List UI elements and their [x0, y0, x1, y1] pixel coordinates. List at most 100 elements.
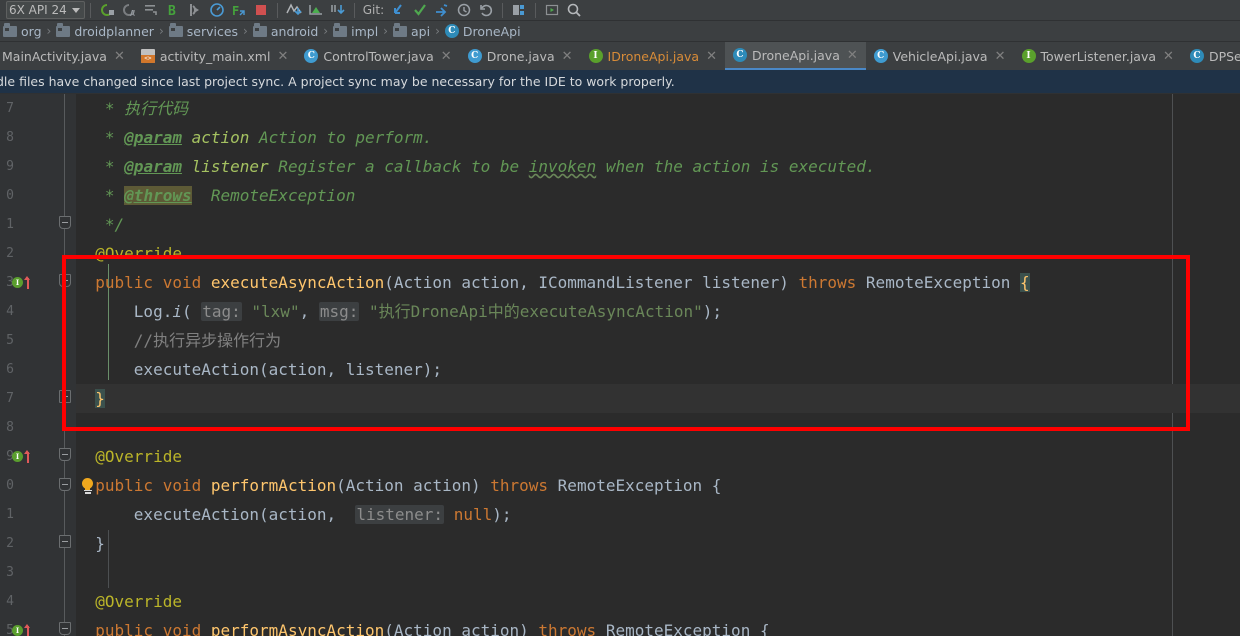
- profiler-button[interactable]: [206, 0, 228, 20]
- tab-label: VehicleApi.java: [892, 48, 988, 64]
- breadcrumb-label: impl: [351, 23, 379, 39]
- debug-button[interactable]: A: [118, 0, 140, 20]
- code-line[interactable]: * @param action Action to perform.: [76, 123, 1240, 152]
- stop-button[interactable]: [250, 0, 272, 20]
- run-button[interactable]: [96, 0, 118, 20]
- push-button[interactable]: [431, 0, 453, 20]
- ide-window: 6X API 24 A B F Git: org › droidplanner …: [0, 0, 1240, 636]
- update-project-button[interactable]: [387, 0, 409, 20]
- breadcrumb-separator: ›: [243, 24, 248, 38]
- close-icon[interactable]: ✕: [847, 48, 858, 63]
- close-icon[interactable]: ✕: [1163, 49, 1174, 64]
- fold-marker[interactable]: [59, 390, 71, 403]
- folder-icon: [392, 23, 407, 37]
- fold-marker[interactable]: [59, 216, 71, 229]
- fold-marker[interactable]: [59, 622, 71, 635]
- override-marker-icon[interactable]: I: [12, 274, 32, 290]
- gutter-line: 4: [0, 297, 76, 326]
- class-icon: C: [732, 48, 747, 62]
- code-line[interactable]: [76, 558, 1240, 587]
- code-line[interactable]: public void performAction(Action action)…: [76, 471, 1240, 500]
- tab-towerlistener[interactable]: I TowerListener.java ✕: [1014, 42, 1182, 70]
- code-line[interactable]: }: [76, 529, 1240, 558]
- gutter-line: 9: [0, 152, 76, 181]
- toolbar-divider: [535, 2, 537, 18]
- logcat-button[interactable]: [140, 0, 162, 20]
- breadcrumb-separator: ›: [158, 24, 164, 38]
- class-icon: C: [873, 49, 888, 63]
- code-line[interactable]: * 执行代码: [76, 94, 1240, 123]
- breadcrumb-label: android: [270, 23, 319, 39]
- code-line[interactable]: * @param listener Register a callback to…: [76, 152, 1240, 181]
- fold-marker[interactable]: [59, 478, 71, 491]
- fold-marker[interactable]: [59, 535, 71, 548]
- close-icon[interactable]: ✕: [706, 49, 717, 64]
- interface-icon: I: [588, 49, 603, 63]
- close-icon[interactable]: ✕: [114, 49, 125, 64]
- rollback-button[interactable]: [475, 0, 497, 20]
- history-button[interactable]: [453, 0, 475, 20]
- up-arrow-icon: [24, 623, 31, 636]
- code-text-area[interactable]: * 执行代码 * @param action Action to perform…: [76, 94, 1240, 636]
- code-line[interactable]: @Override: [76, 239, 1240, 268]
- breadcrumb-item-droneapi[interactable]: C DroneApi: [442, 24, 524, 39]
- code-line[interactable]: @Override: [76, 587, 1240, 616]
- search-everywhere-button[interactable]: [563, 0, 585, 20]
- close-icon[interactable]: ✕: [441, 49, 452, 64]
- line-number: 1: [6, 217, 14, 232]
- code-line[interactable]: //执行异步操作行为: [76, 326, 1240, 355]
- line-number: 1: [6, 507, 14, 522]
- sync-project-button[interactable]: [283, 0, 305, 20]
- breadcrumb-item-org[interactable]: org: [0, 23, 45, 39]
- run-with-coverage-button[interactable]: [184, 0, 206, 20]
- device-selector[interactable]: 6X API 24: [6, 1, 85, 19]
- tab-activity-main-xml[interactable]: activity_main.xml ✕: [133, 42, 296, 70]
- breadcrumb-item-api[interactable]: api: [390, 23, 433, 39]
- code-line[interactable]: [76, 413, 1240, 442]
- tab-drone[interactable]: C Drone.java ✕: [460, 42, 581, 70]
- breadcrumb-item-impl[interactable]: impl: [330, 23, 381, 39]
- sdk-manager-button[interactable]: [305, 0, 327, 20]
- code-line[interactable]: Log.i( tag: "lxw", msg: "执行DroneApi中的exe…: [76, 297, 1240, 326]
- close-icon[interactable]: ✕: [995, 49, 1006, 64]
- svg-text:A: A: [130, 9, 135, 18]
- editor-gutter[interactable]: 7 8 9 0 1 2 3 4 5 6 7 8 9 0 1 2 3 4 5 I: [0, 94, 93, 636]
- close-icon[interactable]: ✕: [562, 49, 573, 64]
- tab-dpservices[interactable]: C DPServices.java ✕: [1182, 42, 1240, 70]
- folder-icon: [333, 23, 348, 37]
- layout-inspector-button[interactable]: [508, 0, 530, 20]
- attach-debugger-button[interactable]: F: [228, 0, 250, 20]
- preview-button[interactable]: [541, 0, 563, 20]
- code-line[interactable]: */: [76, 210, 1240, 239]
- line-number: 3: [6, 565, 14, 580]
- sync-notification-bar[interactable]: dle files have changed since last projec…: [0, 70, 1240, 94]
- override-marker-icon[interactable]: I: [12, 622, 32, 636]
- tab-droneapi[interactable]: C DroneApi.java ✕: [724, 42, 866, 70]
- code-line[interactable]: executeAction(action, listener);: [76, 355, 1240, 384]
- tab-vehicleapi[interactable]: C VehicleApi.java ✕: [866, 42, 1014, 70]
- code-line[interactable]: }: [76, 384, 1240, 413]
- code-line[interactable]: * @throws RemoteException: [76, 181, 1240, 210]
- line-number: 7: [6, 391, 14, 406]
- tab-idroneapi[interactable]: I IDroneApi.java ✕: [581, 42, 725, 70]
- code-line[interactable]: @Override: [76, 442, 1240, 471]
- tab-label: DroneApi.java: [751, 47, 840, 63]
- fold-marker[interactable]: [59, 274, 71, 287]
- avd-manager-button[interactable]: B: [162, 0, 184, 20]
- code-editor[interactable]: 7 8 9 0 1 2 3 4 5 6 7 8 9 0 1 2 3 4 5 I: [0, 94, 1240, 636]
- download-button[interactable]: [327, 0, 349, 20]
- close-icon[interactable]: ✕: [277, 49, 288, 64]
- breadcrumb-item-services[interactable]: services: [166, 23, 241, 39]
- line-number: 2: [6, 536, 14, 551]
- tab-controltower[interactable]: C ControlTower.java ✕: [296, 42, 459, 70]
- code-line[interactable]: public void performAsyncAction(Action ac…: [76, 616, 1240, 636]
- commit-button[interactable]: [409, 0, 431, 20]
- breadcrumb-item-android[interactable]: android: [250, 23, 321, 39]
- breadcrumb-item-droidplanner[interactable]: droidplanner: [53, 23, 157, 39]
- fold-marker[interactable]: [59, 448, 71, 461]
- override-marker-icon[interactable]: I: [12, 448, 32, 464]
- code-line[interactable]: public void executeAsyncAction(Action ac…: [76, 268, 1240, 297]
- tab-mainactivity[interactable]: MainActivity.java ✕: [0, 42, 133, 70]
- code-line[interactable]: executeAction(action, listener: null);: [76, 500, 1240, 529]
- main-toolbar: 6X API 24 A B F Git:: [0, 0, 1240, 21]
